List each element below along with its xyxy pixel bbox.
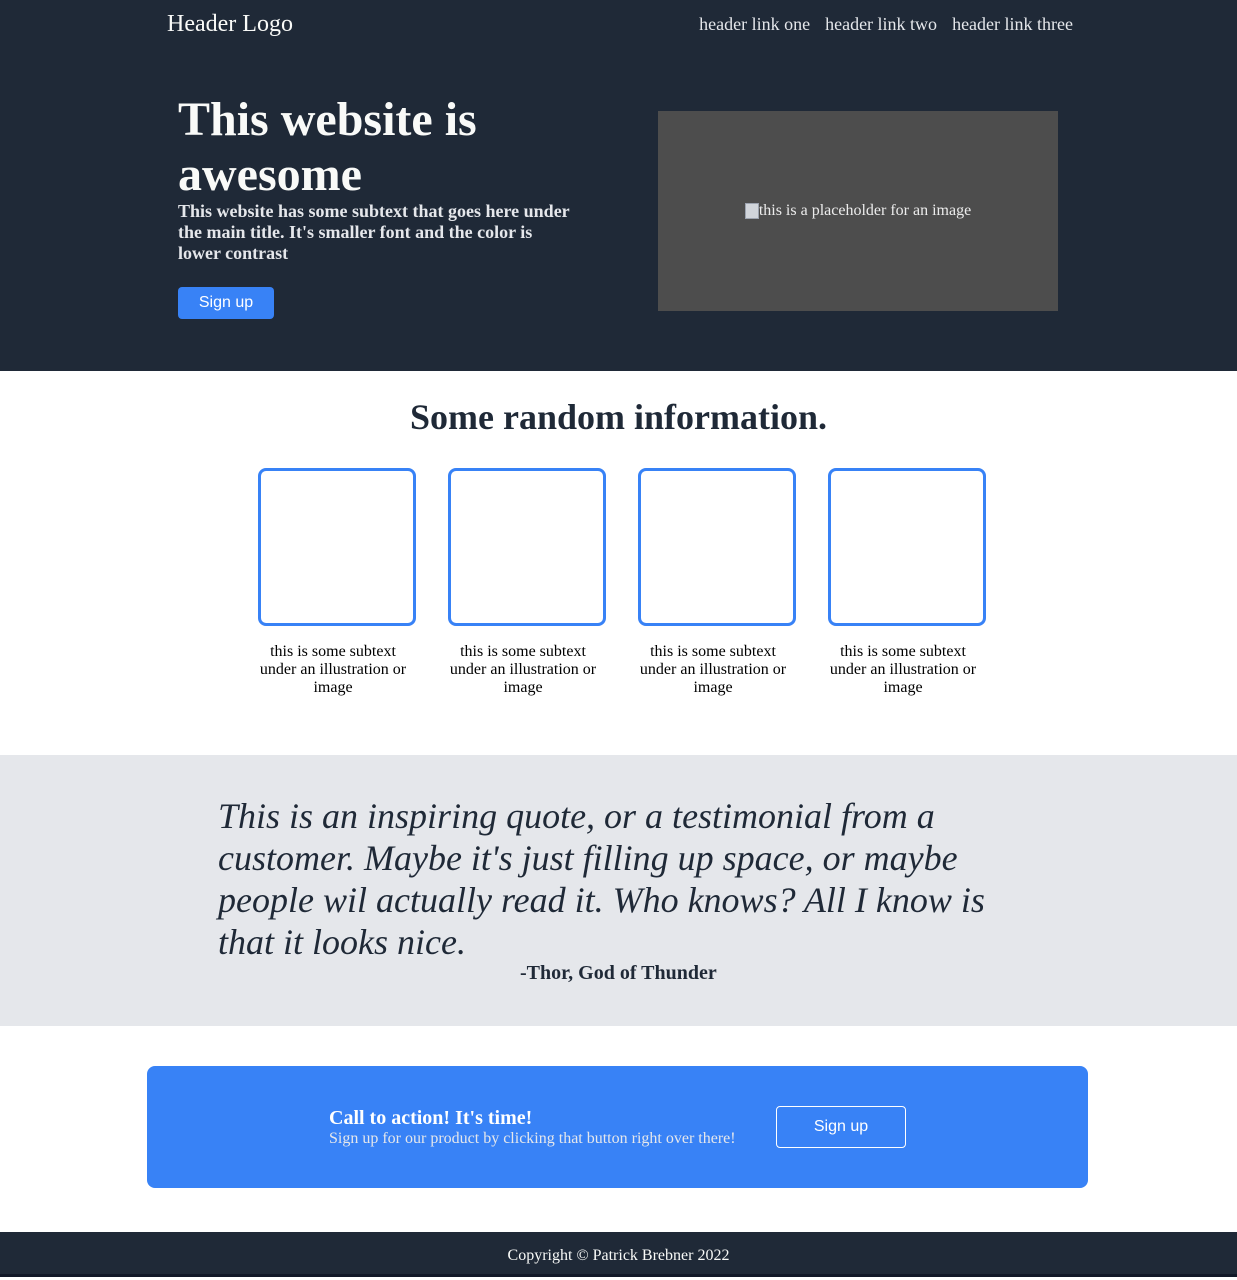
card-caption: this is some subtext under an illustrati… <box>829 643 977 696</box>
info-card: this is some subtext under an illustrati… <box>828 468 1018 697</box>
header-nav: header link one header link two header l… <box>699 12 1073 36</box>
cta-signup-button[interactable]: Sign up <box>776 1106 906 1148</box>
header-logo[interactable]: Header Logo <box>167 10 293 38</box>
hero-signup-button[interactable]: Sign up <box>178 287 274 319</box>
footer-copyright: Copyright © Patrick Brebner 2022 <box>507 1247 730 1264</box>
header-link-one[interactable]: header link one <box>699 12 810 36</box>
call-to-action-box: Call to action! It's time! Sign up for o… <box>147 1066 1088 1188</box>
card-caption: this is some subtext under an illustrati… <box>639 643 787 696</box>
quote-author: -Thor, God of Thunder <box>520 962 717 984</box>
illustration-box <box>638 468 796 626</box>
header-link-three[interactable]: header link three <box>952 12 1073 36</box>
hero-image-alt: this is a placeholder for an image <box>744 202 972 220</box>
hero-image-alt-text: this is a placeholder for an image <box>758 202 972 219</box>
info-title: Some random information. <box>410 397 827 437</box>
hero-title: This website is awesome <box>178 93 477 201</box>
cta-subtext: Sign up for our product by clicking that… <box>329 1130 736 1147</box>
footer: Copyright © Patrick Brebner 2022 <box>0 1232 1237 1277</box>
broken-image-icon <box>744 203 759 219</box>
hero-image-placeholder: this is a placeholder for an image <box>658 111 1058 311</box>
info-card: this is some subtext under an illustrati… <box>258 468 448 697</box>
header-link-two[interactable]: header link two <box>825 12 937 36</box>
card-caption: this is some subtext under an illustrati… <box>259 643 407 696</box>
info-card: this is some subtext under an illustrati… <box>638 468 828 697</box>
hero-subtext: This website has some subtext that goes … <box>178 201 570 263</box>
hero-section: Header Logo header link one header link … <box>0 0 1237 371</box>
card-caption: this is some subtext under an illustrati… <box>449 643 597 696</box>
illustration-box <box>828 468 986 626</box>
cta-title: Call to action! It's time! <box>329 1107 533 1129</box>
illustration-box <box>448 468 606 626</box>
illustration-box <box>258 468 416 626</box>
quote-section: This is an inspiring quote, or a testimo… <box>0 755 1237 1026</box>
info-card: this is some subtext under an illustrati… <box>448 468 638 697</box>
quote-text: This is an inspiring quote, or a testimo… <box>218 796 985 962</box>
